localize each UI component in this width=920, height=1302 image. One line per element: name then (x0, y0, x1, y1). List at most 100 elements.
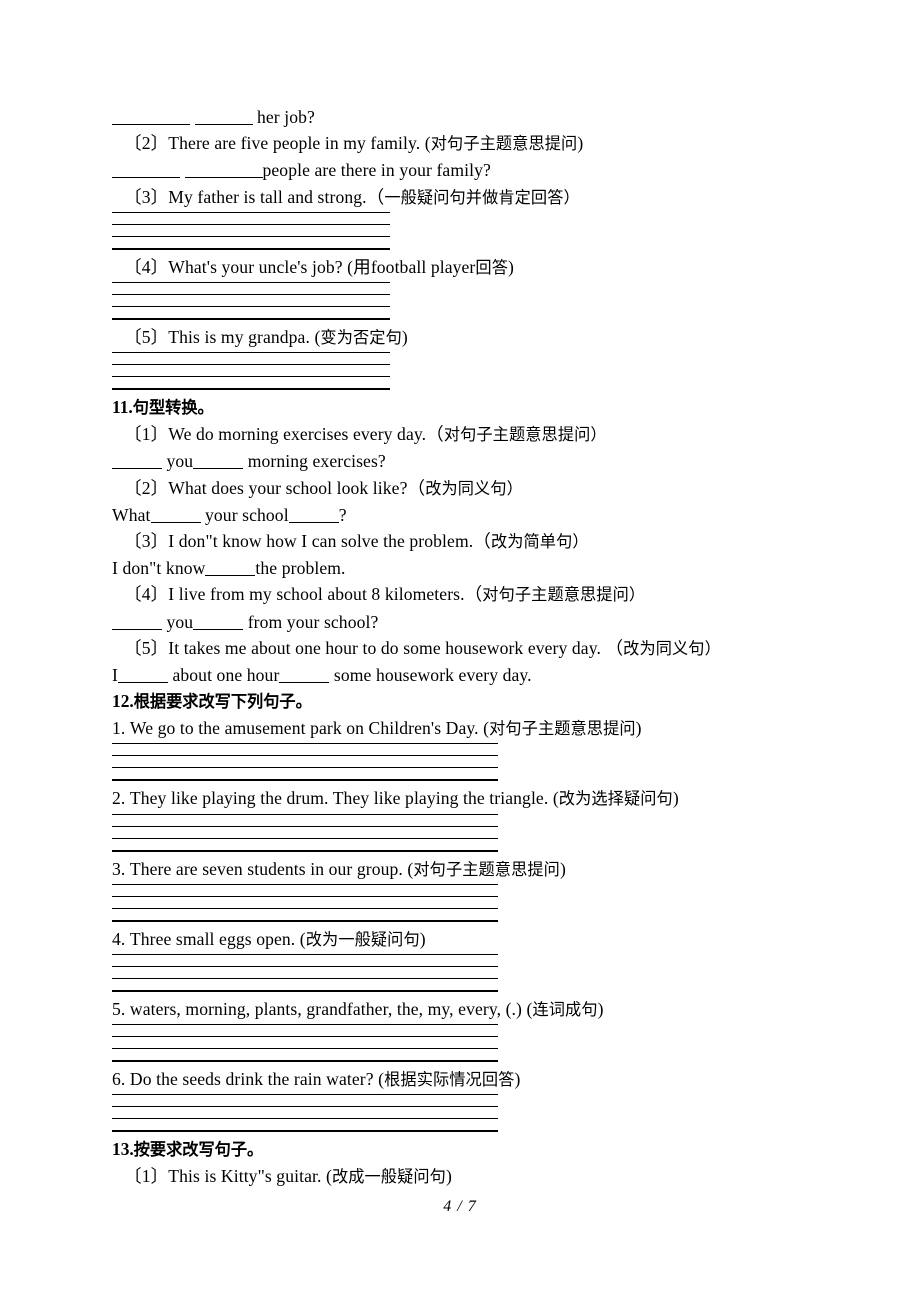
answer-tail-text: from your school? (247, 611, 379, 632)
answer-rule[interactable] (112, 235, 390, 237)
answer-rule[interactable] (112, 990, 498, 993)
question-line: 〔2〕There are five people in my family. (… (112, 130, 812, 157)
answer-rule[interactable] (112, 954, 498, 956)
section-11-heading: 11.句型转换。 (112, 394, 812, 421)
question-number: 5. (112, 999, 126, 1020)
answer-head-text: I don"t know (112, 558, 206, 579)
question-instruction-cn: 改为简单句 (490, 532, 573, 552)
section-number: 12. (112, 691, 134, 712)
answer-line: What your school? (112, 502, 812, 528)
answer-rule-group[interactable] (112, 1024, 812, 1063)
question-text: Do the seeds drink the rain water? ( (129, 1069, 385, 1090)
answer-rule[interactable] (112, 883, 498, 885)
answer-rule[interactable] (112, 211, 390, 213)
fill-blank[interactable] (112, 162, 180, 179)
answer-rule[interactable] (112, 352, 390, 354)
answer-rule[interactable] (112, 282, 390, 284)
question-instruction-cn: 回答 (475, 257, 508, 277)
answer-line: I about one hour some housework every da… (112, 662, 812, 688)
question-instruction-cn: 改成一般疑问句 (331, 1167, 446, 1187)
fill-blank[interactable] (288, 507, 339, 523)
answer-rule[interactable] (112, 1130, 498, 1133)
answer-rule-group[interactable] (112, 282, 812, 321)
question-text: Three small eggs open. ( (129, 928, 306, 949)
answer-rule[interactable] (112, 294, 390, 296)
answer-rule-group[interactable] (112, 352, 812, 391)
section-title: 按要求改写句子。 (133, 1140, 264, 1160)
answer-rule[interactable] (112, 779, 498, 782)
fill-blank[interactable] (150, 507, 201, 523)
fill-blank[interactable] (112, 614, 162, 630)
question-number: 〔1〕 (124, 1166, 169, 1187)
question-instruction-cn: 对句子主题意思提问 (443, 425, 591, 445)
answer-rule[interactable] (112, 837, 498, 839)
worksheet-page: her job? 〔2〕There are five people in my … (0, 0, 920, 1302)
question-text: We go to the amusement park on Children'… (129, 718, 490, 739)
answer-rule[interactable] (112, 1024, 498, 1026)
fill-blank[interactable] (184, 162, 263, 179)
page-content: her job? 〔2〕There are five people in my … (112, 104, 812, 1191)
fill-blank[interactable] (279, 667, 330, 684)
answer-rule[interactable] (112, 376, 390, 378)
fill-blank[interactable] (117, 667, 168, 684)
answer-tail-text: some housework every day. (333, 665, 532, 686)
question-line: 〔3〕I don"t know how I can solve the prob… (112, 528, 812, 555)
answer-rule[interactable] (112, 895, 498, 897)
fill-blank[interactable] (193, 614, 244, 630)
question-line: 6. Do the seeds drink the rain water? (根… (112, 1066, 812, 1093)
question-instruction-cn: 对句子主题意思提问 (482, 585, 629, 605)
answer-rule[interactable] (112, 1060, 498, 1063)
answer-rule[interactable] (112, 755, 498, 757)
carryover-answer-line: her job? (112, 104, 812, 130)
page-footer: 4 / 7 (443, 1198, 477, 1215)
answer-mid-text: about one hour (172, 665, 280, 686)
answer-rule-group[interactable] (112, 743, 812, 782)
answer-rule[interactable] (112, 919, 498, 922)
question-number: 6. (112, 1069, 126, 1090)
answer-rule-group[interactable] (112, 211, 812, 250)
fill-blank[interactable] (112, 109, 190, 125)
answer-rule[interactable] (112, 813, 498, 815)
fill-blank[interactable] (205, 560, 256, 577)
answer-rule[interactable] (112, 978, 498, 980)
question-text: There are five people in my family. ( (168, 133, 431, 154)
answer-rule[interactable] (112, 247, 390, 250)
question-close-paren: ) (419, 928, 426, 949)
answer-rule[interactable] (112, 223, 390, 225)
question-close-paren: ） (704, 638, 721, 658)
answer-rule-group[interactable] (112, 1094, 812, 1133)
fill-blank[interactable] (112, 453, 162, 470)
answer-rule[interactable] (112, 825, 498, 827)
question-number: 2. (112, 788, 126, 809)
question-close-paren: ) (672, 788, 679, 809)
answer-rule[interactable] (112, 1036, 498, 1038)
answer-rule-group[interactable] (112, 883, 812, 922)
answer-rule[interactable] (112, 743, 498, 745)
question-close-paren: ） (628, 585, 646, 605)
answer-rule[interactable] (112, 364, 390, 366)
question-instruction-cn: 对句子主题意思提问 (430, 134, 578, 154)
answer-rule[interactable] (112, 1094, 498, 1096)
question-number: 〔4〕 (124, 584, 169, 605)
answer-line: you from your school? (112, 609, 812, 635)
question-line: 〔1〕This is Kitty"s guitar. (改成一般疑问句) (112, 1163, 812, 1190)
answer-rule[interactable] (112, 388, 390, 391)
question-number: 〔4〕 (124, 256, 169, 277)
answer-rule[interactable] (112, 318, 390, 321)
answer-rule[interactable] (112, 306, 390, 308)
answer-rule[interactable] (112, 1118, 498, 1120)
answer-rule-group[interactable] (112, 954, 812, 993)
fill-blank[interactable] (193, 453, 244, 470)
answer-rule[interactable] (112, 907, 498, 909)
answer-rule[interactable] (112, 1106, 498, 1108)
answer-rule[interactable] (112, 849, 498, 852)
question-text: There are seven students in our group. ( (129, 858, 414, 879)
answer-rule[interactable] (112, 1048, 498, 1050)
answer-rule[interactable] (112, 966, 498, 968)
fill-blank[interactable] (194, 109, 253, 125)
answer-rule[interactable] (112, 767, 498, 769)
question-text: What's your uncle's job? (用football play… (168, 256, 476, 277)
question-number: 〔5〕 (124, 327, 169, 348)
question-line: 5. waters, morning, plants, grandfather,… (112, 996, 812, 1023)
answer-rule-group[interactable] (112, 813, 812, 852)
